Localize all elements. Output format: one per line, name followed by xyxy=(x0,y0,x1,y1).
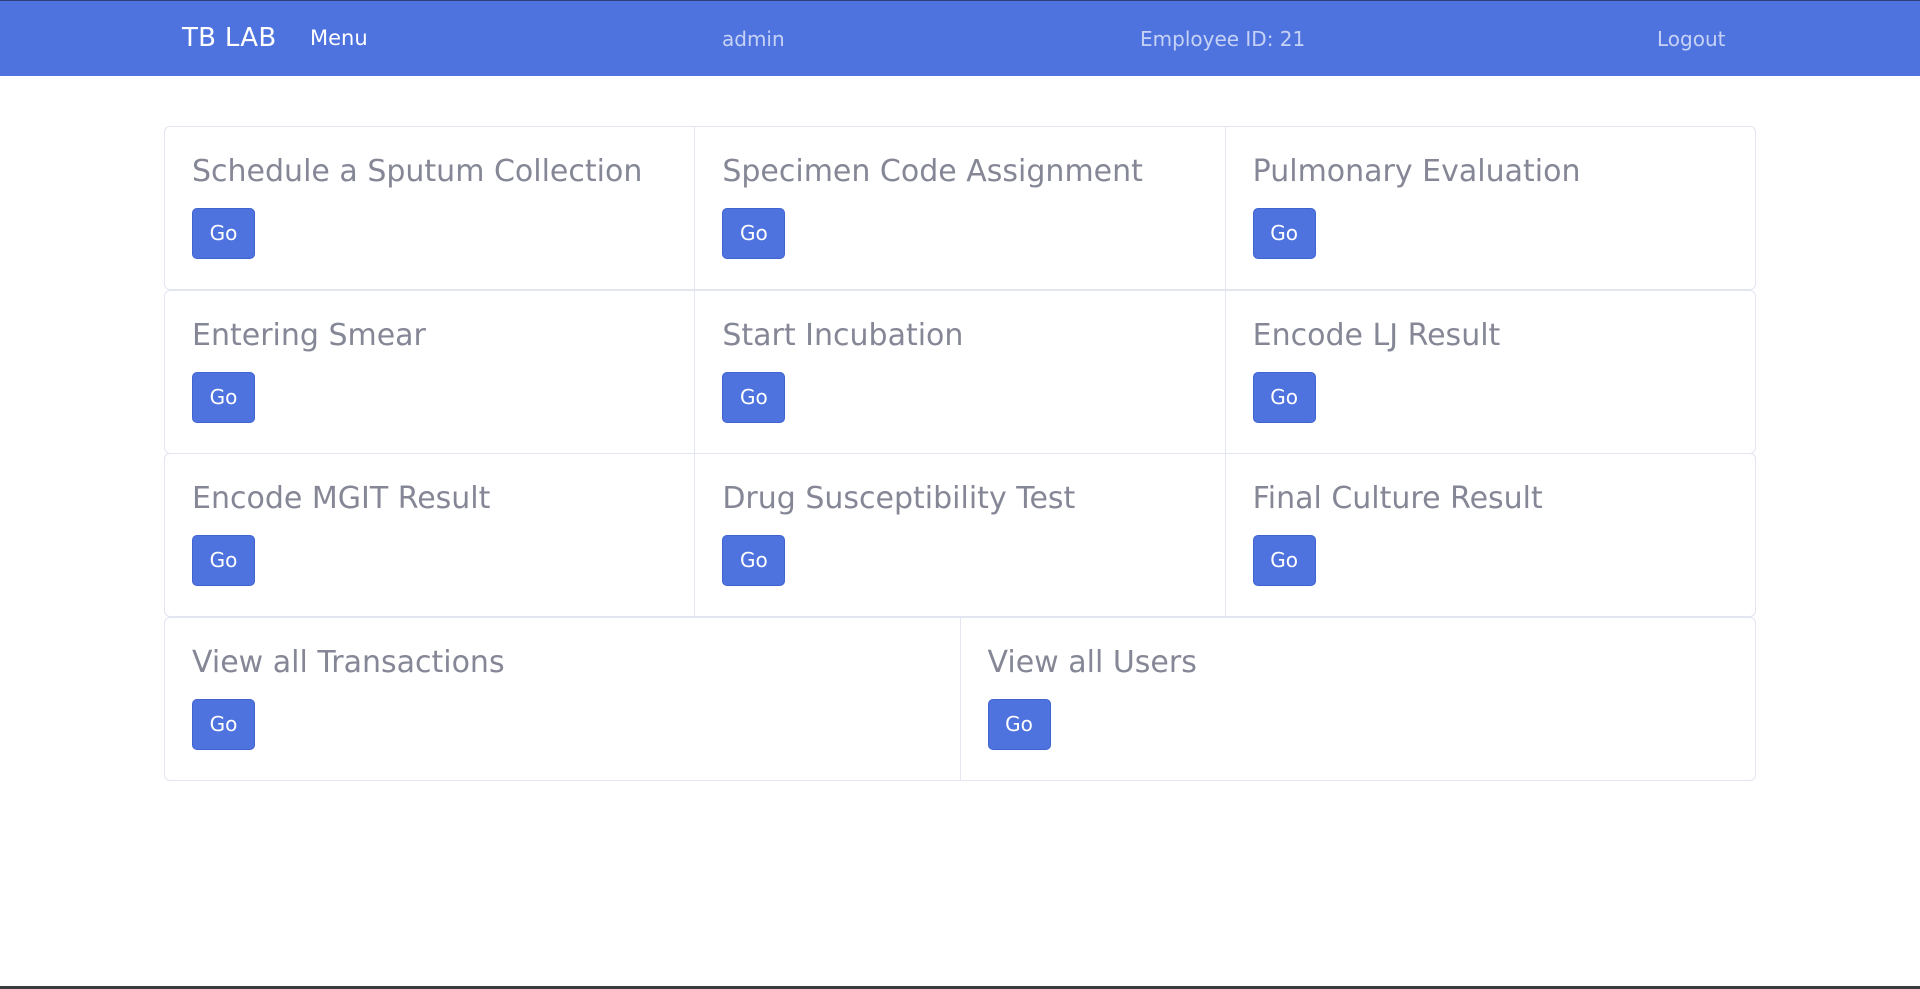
card-row-3: Encode MGIT Result Go Drug Susceptibilit… xyxy=(164,453,1756,617)
go-button[interactable]: Go xyxy=(192,534,255,586)
card-title: Encode LJ Result xyxy=(1252,318,1501,353)
menu-link[interactable]: Menu xyxy=(310,26,368,50)
card-row-1: Schedule a Sputum Collection Go Specimen… xyxy=(164,126,1756,290)
top-navbar: TB LAB Menu admin Employee ID: 21 Logout xyxy=(0,0,1920,76)
username-label: admin xyxy=(722,27,785,51)
go-button[interactable]: Go xyxy=(192,371,255,423)
go-button[interactable]: Go xyxy=(1252,371,1316,423)
go-button[interactable]: Go xyxy=(192,207,255,259)
card-row-2: Entering Smear Go Start Incubation Go En… xyxy=(164,290,1756,454)
card-title: View all Transactions xyxy=(192,645,505,680)
logout-link[interactable]: Logout xyxy=(1657,27,1725,51)
card-schedule-sputum-collection: Schedule a Sputum Collection Go xyxy=(164,126,696,290)
card-view-all-users: View all Users Go xyxy=(959,617,1756,781)
card-title: Drug Susceptibility Test xyxy=(722,481,1076,516)
card-final-culture-result: Final Culture Result Go xyxy=(1224,453,1756,617)
card-start-incubation: Start Incubation Go xyxy=(694,290,1226,454)
card-row-4: View all Transactions Go View all Users … xyxy=(164,617,1756,781)
card-title: View all Users xyxy=(987,645,1197,680)
go-button[interactable]: Go xyxy=(1252,207,1316,259)
card-title: Schedule a Sputum Collection xyxy=(192,154,643,189)
go-button[interactable]: Go xyxy=(722,207,786,259)
card-title: Entering Smear xyxy=(192,318,426,353)
card-pulmonary-evaluation: Pulmonary Evaluation Go xyxy=(1224,126,1756,290)
go-button[interactable]: Go xyxy=(722,534,786,586)
card-title: Encode MGIT Result xyxy=(192,481,491,516)
go-button[interactable]: Go xyxy=(722,371,786,423)
go-button[interactable]: Go xyxy=(1252,534,1316,586)
card-encode-lj-result: Encode LJ Result Go xyxy=(1224,290,1756,454)
employee-id-label: Employee ID: 21 xyxy=(1140,27,1306,51)
go-button[interactable]: Go xyxy=(987,698,1051,750)
card-encode-mgit-result: Encode MGIT Result Go xyxy=(164,453,696,617)
card-title: Start Incubation xyxy=(722,318,964,353)
card-title: Pulmonary Evaluation xyxy=(1252,154,1581,189)
brand-logo[interactable]: TB LAB xyxy=(182,23,277,53)
card-specimen-code-assignment: Specimen Code Assignment Go xyxy=(694,126,1226,290)
card-view-all-transactions: View all Transactions Go xyxy=(164,617,961,781)
card-title: Specimen Code Assignment xyxy=(722,154,1143,189)
card-entering-smear: Entering Smear Go xyxy=(164,290,696,454)
card-title: Final Culture Result xyxy=(1252,481,1543,516)
card-drug-susceptibility-test: Drug Susceptibility Test Go xyxy=(694,453,1226,617)
go-button[interactable]: Go xyxy=(192,698,255,750)
